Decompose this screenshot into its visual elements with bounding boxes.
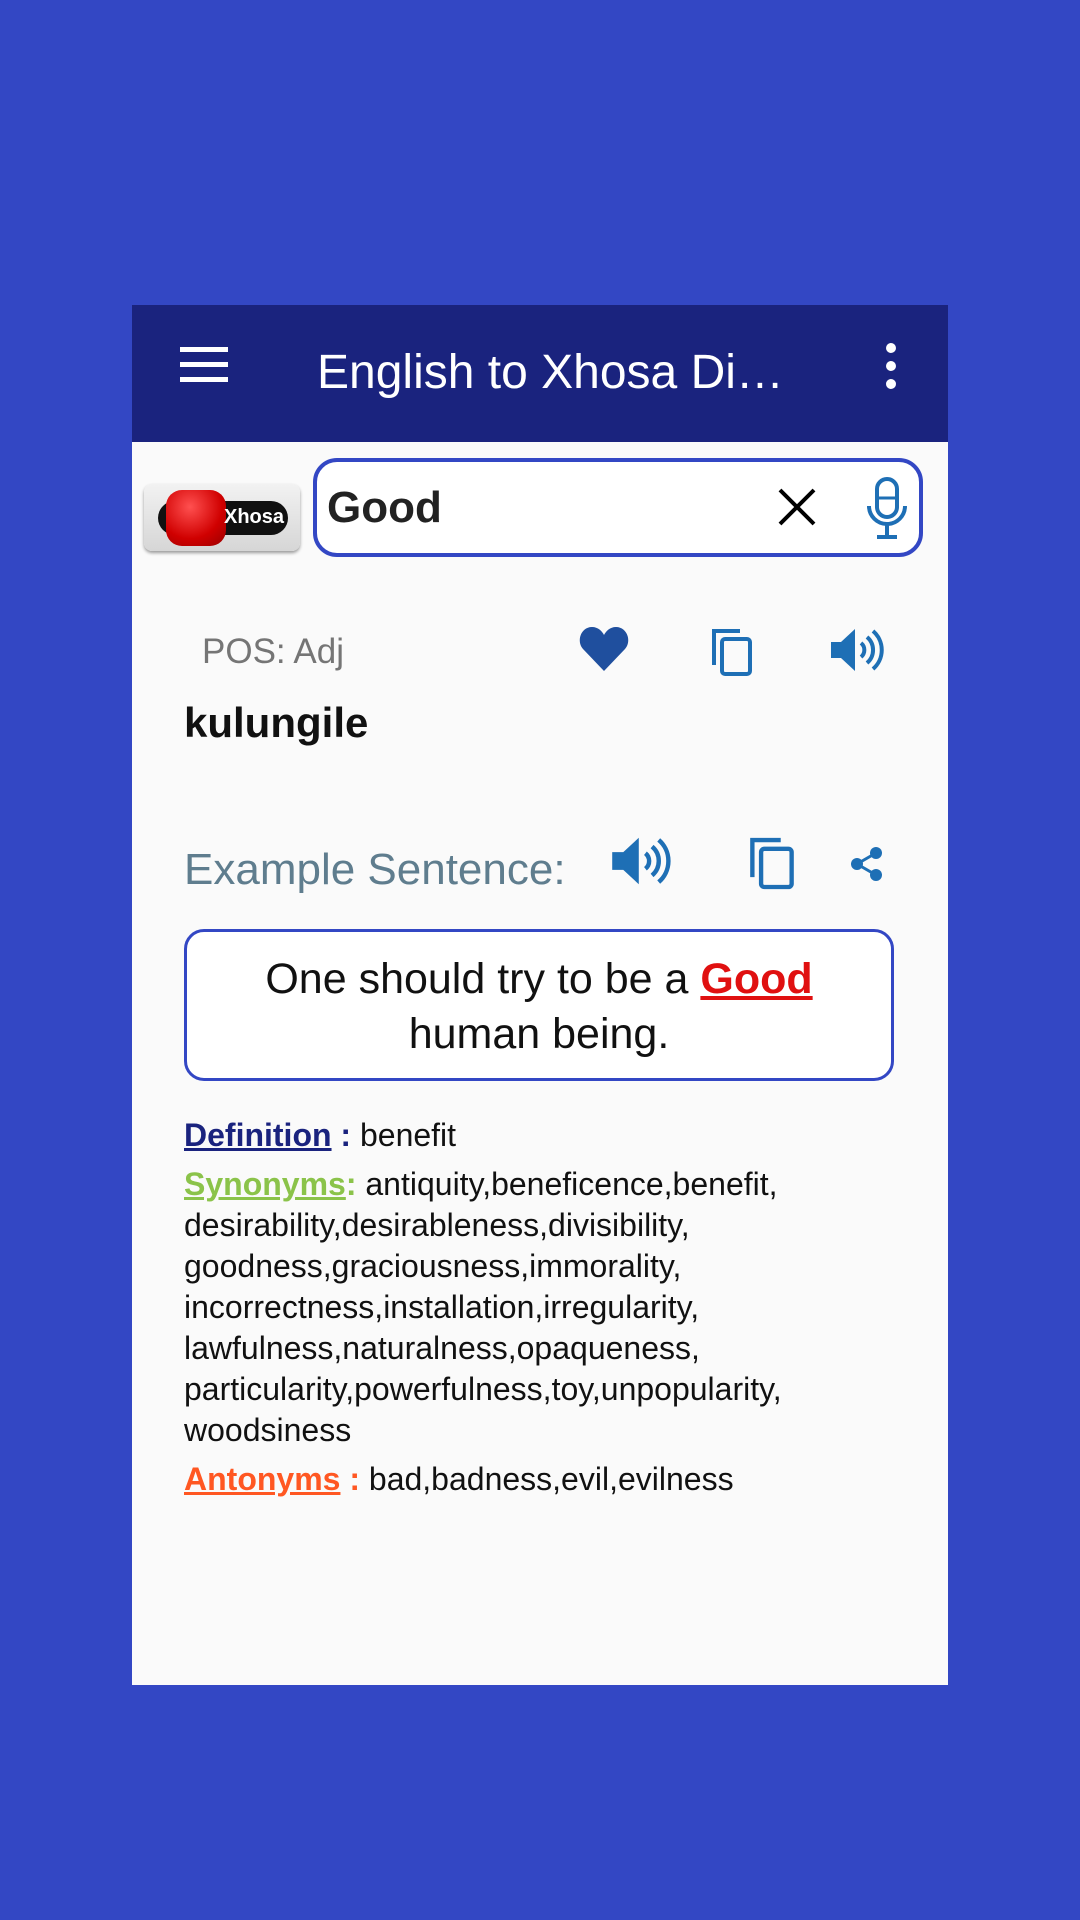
antonyms-text: bad,badness,evil,evilness	[368, 1461, 734, 1497]
example-sentence-box: One should try to be a Good human being.	[184, 929, 894, 1081]
clear-icon[interactable]	[772, 482, 822, 532]
definition-separator: :	[331, 1117, 360, 1153]
heart-icon[interactable]	[578, 625, 630, 673]
synonyms-text: antiquity,beneficence,benefit, desirabil…	[184, 1166, 782, 1448]
example-sentence-label: Example Sentence:	[184, 845, 566, 894]
antonyms-row: Antonyms : bad,badness,evil,evilness	[184, 1459, 924, 1500]
more-vert-icon[interactable]	[884, 343, 896, 389]
sentence-text: One should try to be a	[265, 955, 701, 1003]
sentence-highlight: Good	[700, 955, 813, 1003]
copy-icon[interactable]	[710, 627, 754, 677]
search-box	[313, 458, 923, 557]
app-bar: English to Xhosa Di…	[132, 305, 948, 442]
share-icon[interactable]	[850, 846, 884, 882]
translation-word: kulungile	[184, 699, 369, 746]
word-details: Definition : benefit Synonyms: antiquity…	[184, 1115, 924, 1508]
logo-text: Xhosa	[224, 506, 285, 528]
definition-text: benefit	[359, 1117, 457, 1153]
example-speaker-icon[interactable]	[610, 833, 672, 889]
hamburger-icon[interactable]	[180, 347, 228, 383]
synonyms-row: Synonyms: antiquity,beneficence,benefit,…	[184, 1164, 924, 1451]
synonyms-label: Synonyms	[184, 1166, 346, 1202]
definition-row: Definition : benefit	[184, 1115, 924, 1156]
app-window: English to Xhosa Di… Xhosa POS: Adj kulu…	[132, 305, 948, 1685]
xhosa-logo[interactable]: Xhosa	[144, 484, 300, 551]
search-input[interactable]	[327, 480, 747, 536]
sentence-text-end: human being.	[408, 1010, 670, 1058]
part-of-speech: POS: Adj	[202, 632, 345, 671]
antonyms-separator: :	[340, 1461, 369, 1497]
antonyms-label: Antonyms	[184, 1461, 341, 1497]
example-copy-icon[interactable]	[748, 835, 796, 891]
speaker-icon[interactable]	[829, 625, 885, 675]
synonyms-separator: :	[345, 1166, 366, 1202]
definition-label: Definition	[184, 1117, 332, 1153]
app-title: English to Xhosa Di…	[317, 346, 784, 399]
mic-icon[interactable]	[862, 476, 912, 542]
